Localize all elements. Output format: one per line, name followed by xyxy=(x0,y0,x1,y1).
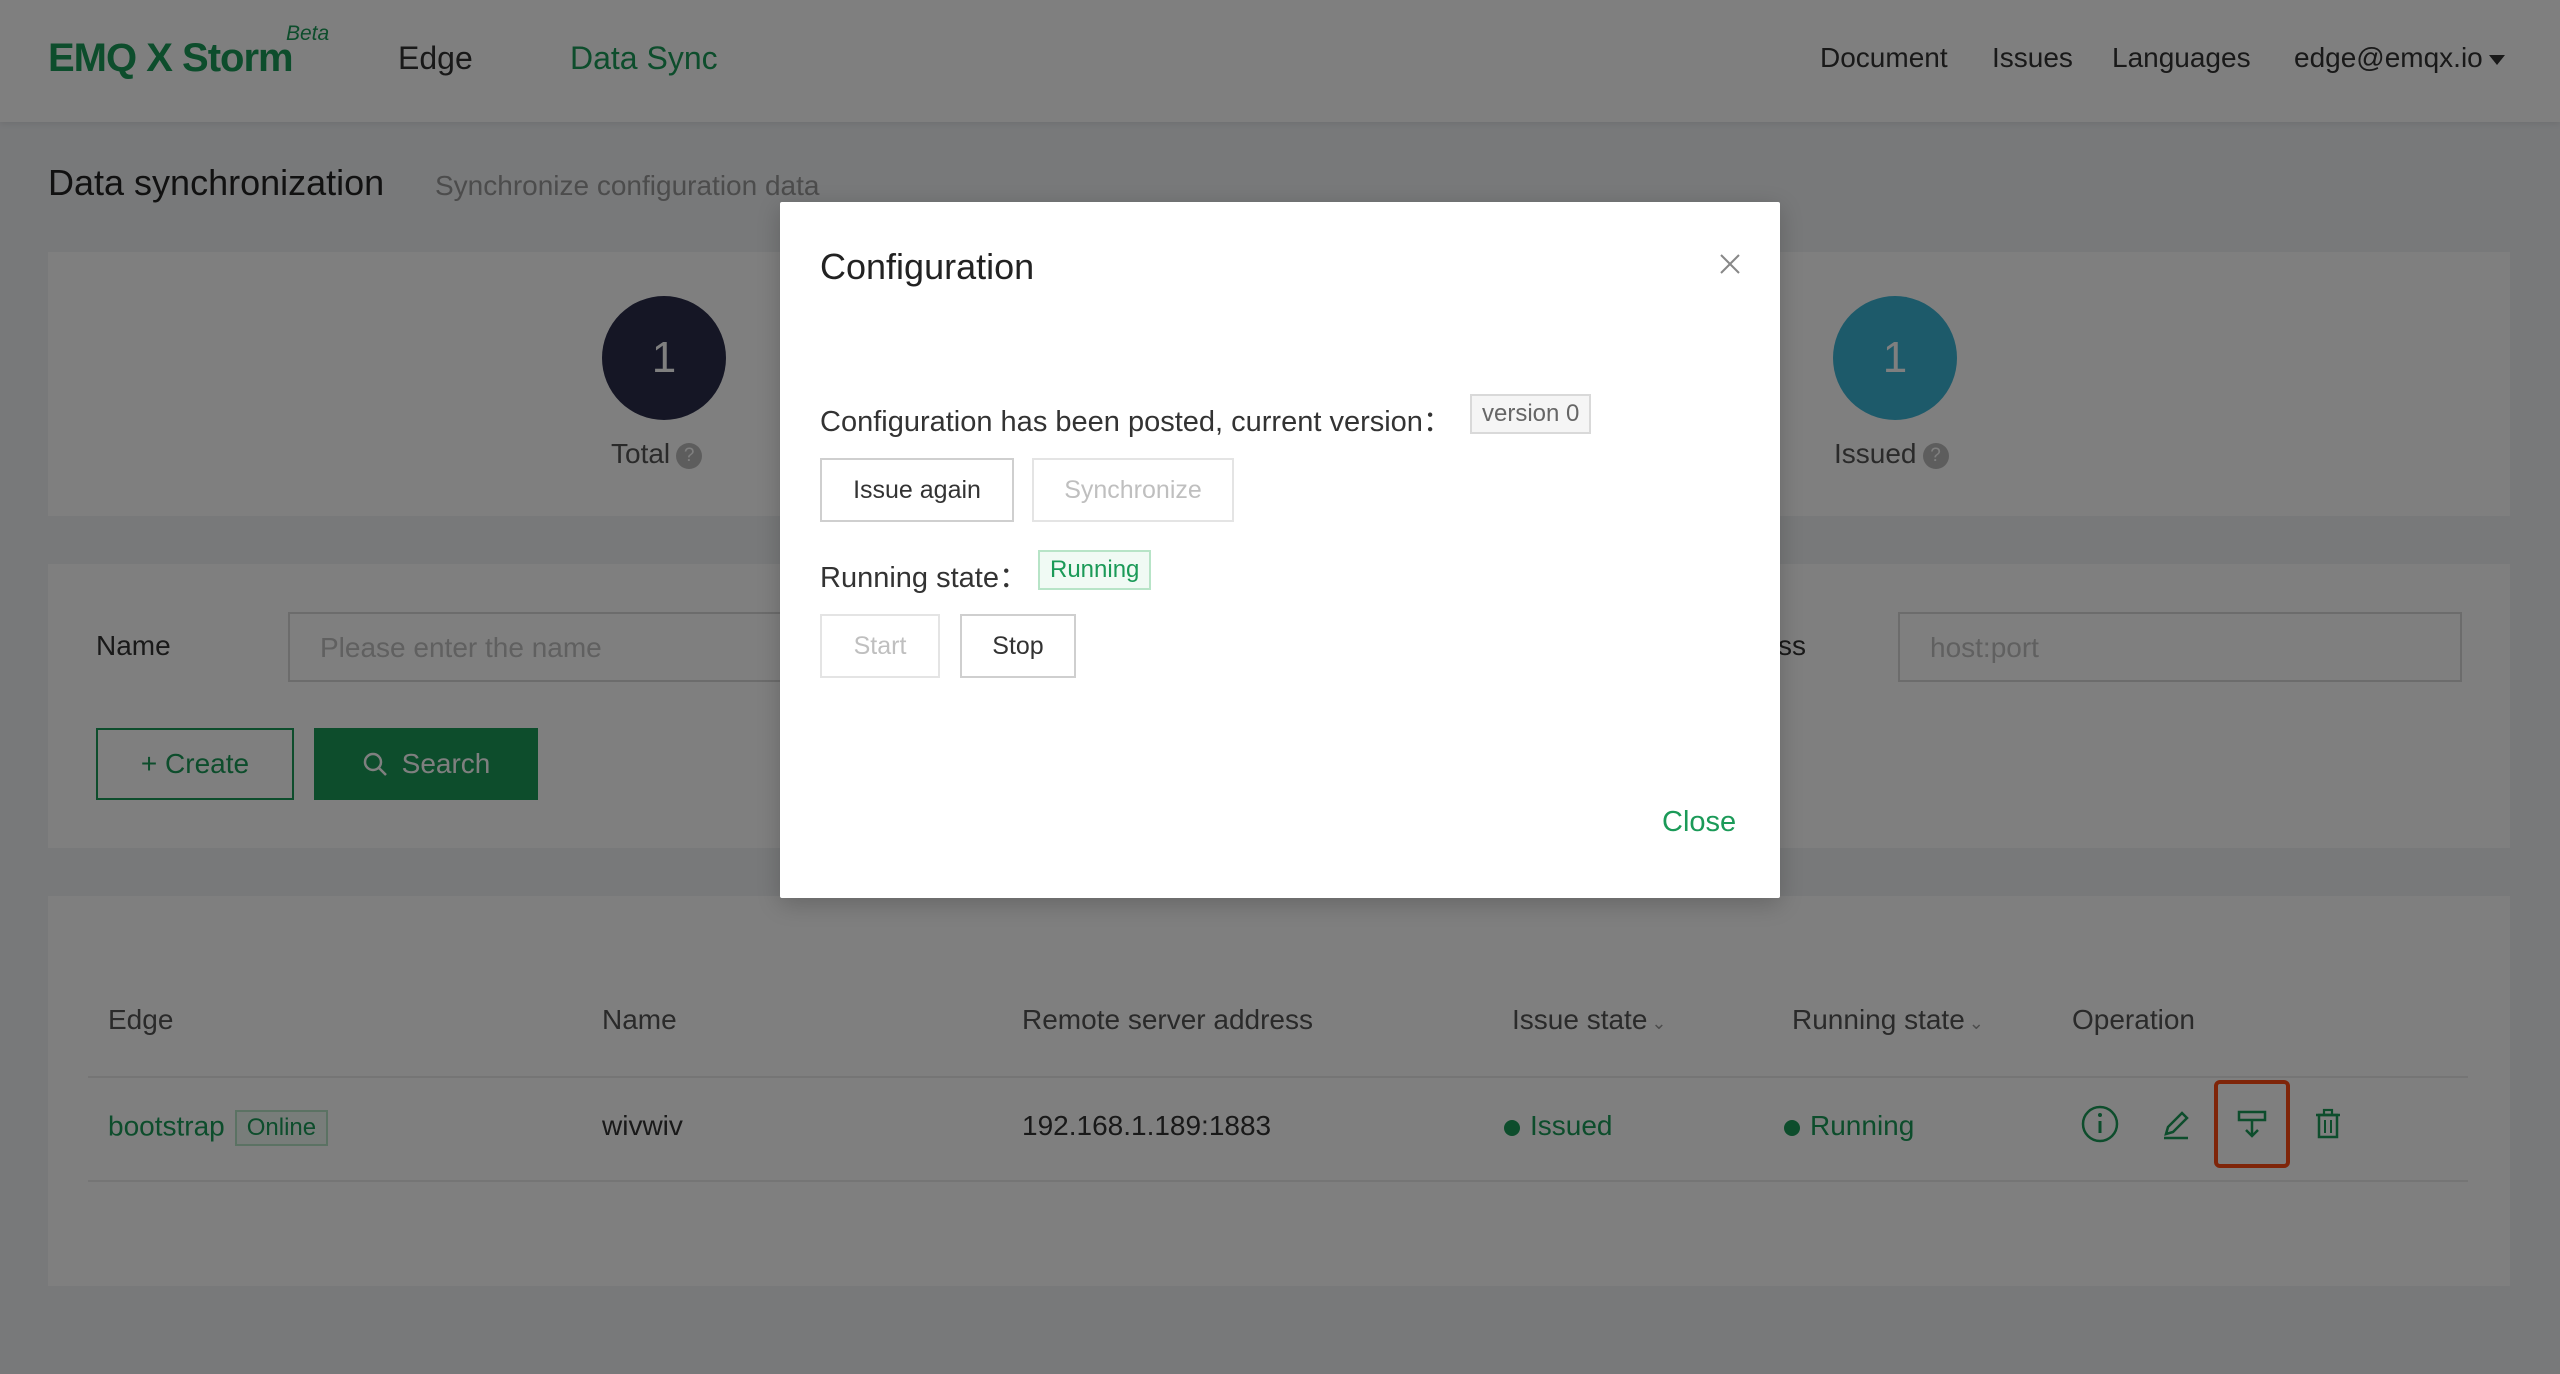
running-state-label: Running state： xyxy=(820,562,1028,594)
posted-text: Configuration has been posted, current v… xyxy=(820,406,1452,438)
issue-again-button[interactable]: Issue again xyxy=(820,458,1014,522)
close-button[interactable]: Close xyxy=(1662,806,1736,839)
close-icon[interactable] xyxy=(1710,244,1750,284)
synchronize-button[interactable]: Synchronize xyxy=(1032,458,1234,522)
version-tag: version 0 xyxy=(1470,394,1592,434)
stop-button[interactable]: Stop xyxy=(960,614,1076,678)
configuration-dialog: Configuration Configuration has been pos… xyxy=(780,202,1780,898)
start-button[interactable]: Start xyxy=(820,614,940,678)
running-tag: Running xyxy=(1038,550,1152,590)
dialog-title: Configuration xyxy=(820,246,1035,287)
